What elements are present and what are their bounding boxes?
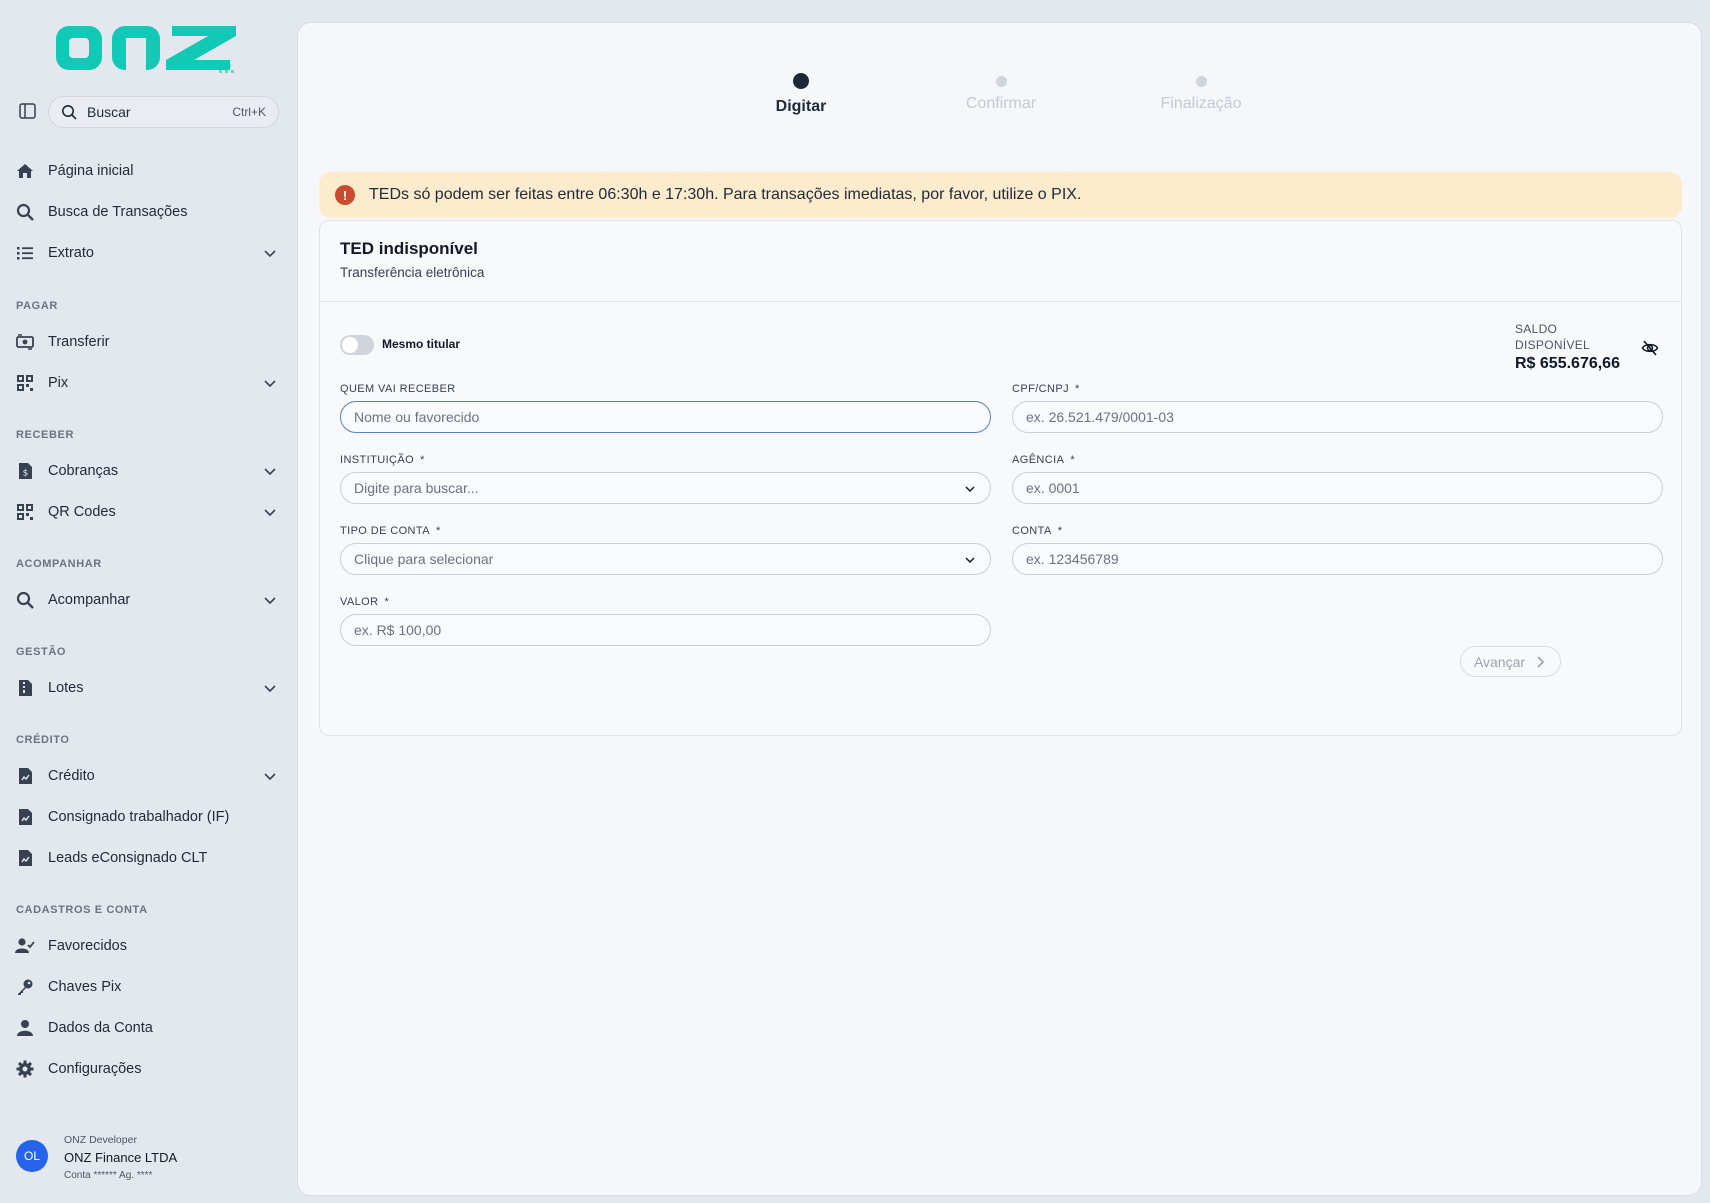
sidebar-item-configuracoes[interactable]: Configurações [14, 1053, 284, 1085]
user-profile[interactable]: OL ONZ Developer ONZ Finance LTDA Conta … [16, 1134, 276, 1190]
gear-icon [14, 1058, 36, 1080]
balance-value: R$ 655.676,66 [1515, 355, 1620, 372]
search-icon [14, 201, 36, 223]
file-chart-icon [14, 765, 36, 787]
sidebar-item-favorecidos[interactable]: Favorecidos [14, 930, 284, 962]
account-input[interactable]: ex. 123456789 [1012, 543, 1663, 575]
step-dot-active [793, 73, 809, 89]
search-input[interactable]: Buscar Ctrl+K [48, 96, 279, 128]
sidebar-item-home[interactable]: Página inicial [14, 155, 284, 187]
toggle-knob [342, 337, 358, 353]
alert-message: TEDs só podem ser feitas entre 06:30h e … [369, 186, 1082, 203]
search-icon [62, 105, 77, 120]
account-type-label: TIPO DE CONTA * [340, 525, 441, 537]
sidebar-item-extrato[interactable]: Extrato [14, 237, 284, 269]
step-confirmar: Confirmar [921, 76, 1081, 113]
document-input[interactable]: ex. 26.521.479/0001-03 [1012, 401, 1663, 433]
sidebar-item-consignado[interactable]: Consignado trabalhador (IF) [14, 801, 284, 833]
sidebar: Buscar Ctrl+K Página inicial Busca de Tr… [0, 0, 297, 1203]
search-shortcut: Ctrl+K [232, 105, 266, 119]
sidebar-item-qr-codes[interactable]: QR Codes [14, 496, 284, 528]
file-chart-icon [14, 847, 36, 869]
step-dot [1195, 76, 1207, 87]
ted-hours-alert: ! TEDs só podem ser feitas entre 06:30h … [319, 172, 1682, 218]
user-account: Conta ****** Ag. **** [64, 1170, 153, 1181]
sidebar-item-credito[interactable]: Crédito [14, 760, 284, 792]
agency-label: AGÊNCIA * [1012, 454, 1075, 466]
account-type-select[interactable]: Clique para selecionar [340, 543, 991, 575]
section-title-acompanhar: ACOMPANHAR [16, 558, 102, 570]
step-dot [995, 76, 1007, 87]
sidebar-item-chaves-pix[interactable]: Chaves Pix [14, 971, 284, 1003]
sidebar-item-lotes[interactable]: Lotes [14, 672, 284, 704]
qr-icon [14, 501, 36, 523]
user-icon [14, 1017, 36, 1039]
search-icon [14, 589, 36, 611]
qr-icon [14, 372, 36, 394]
sidebar-collapse-icon[interactable] [18, 102, 38, 120]
eye-off-icon[interactable] [1641, 339, 1659, 357]
recipient-input[interactable]: Nome ou favorecido [340, 401, 991, 433]
sidebar-item-leads[interactable]: Leads eConsignado CLT [14, 842, 284, 874]
chevron-down-icon [264, 250, 276, 258]
svg-text:$: $ [23, 469, 29, 479]
section-title-gestao: GESTÃO [16, 646, 67, 658]
card-title: TED indisponível [340, 239, 478, 258]
section-title-receber: RECEBER [16, 429, 74, 441]
file-zip-icon [14, 677, 36, 699]
home-icon [14, 160, 36, 182]
onz-logo[interactable] [56, 20, 236, 76]
chevron-down-icon [264, 509, 276, 517]
chevron-right-icon [1537, 655, 1545, 668]
avatar: OL [16, 1140, 48, 1172]
account-label: CONTA * [1012, 525, 1063, 537]
institution-label: INSTITUIÇÃO * [340, 454, 425, 466]
balance-label: SALDO DISPONÍVEL [1515, 322, 1591, 352]
same-holder-label: Mesmo titular [382, 337, 461, 351]
chevron-down-icon [264, 773, 276, 781]
next-button[interactable]: Avançar [1460, 646, 1561, 677]
recipient-label: QUEM VAI RECEBER [340, 383, 456, 395]
chevron-down-icon [264, 685, 276, 693]
list-icon [14, 242, 36, 264]
user-check-icon [14, 935, 36, 957]
sidebar-item-acompanhar[interactable]: Acompanhar [14, 584, 284, 616]
sidebar-item-cobrancas[interactable]: $ Cobranças [14, 455, 284, 487]
file-chart-icon [14, 806, 36, 828]
sidebar-item-pix[interactable]: Pix [14, 367, 284, 399]
section-title-pagar: PAGAR [16, 300, 58, 312]
chevron-down-icon [264, 468, 276, 476]
section-title-cadastros: CADASTROS E CONTA [16, 904, 148, 916]
sidebar-item-transferir[interactable]: Transferir [14, 326, 284, 358]
same-holder-toggle[interactable] [340, 335, 374, 355]
card-subtitle: Transferência eletrônica [340, 265, 485, 280]
amount-label: VALOR * [340, 596, 390, 608]
step-finalizacao: Finalização [1121, 76, 1281, 113]
invoice-icon: $ [14, 460, 36, 482]
stepper: Digitar Confirmar Finalização [298, 23, 1701, 133]
main-panel: Digitar Confirmar Finalização ! TEDs só … [297, 22, 1702, 1196]
ted-form-card: TED indisponível Transferência eletrônic… [319, 220, 1682, 736]
sidebar-item-transaction-search[interactable]: Busca de Transações [14, 196, 284, 228]
balance-block: SALDO DISPONÍVEL R$ 655.676,66 [1515, 321, 1675, 373]
sidebar-item-dados-conta[interactable]: Dados da Conta [14, 1012, 284, 1044]
document-label: CPF/CNPJ * [1012, 383, 1080, 395]
search-placeholder: Buscar [87, 104, 131, 120]
user-company: ONZ Finance LTDA [64, 1150, 178, 1165]
chevron-down-icon [965, 486, 975, 493]
user-role: ONZ Developer [64, 1134, 137, 1146]
chevron-down-icon [264, 380, 276, 388]
chevron-down-icon [264, 597, 276, 605]
card-header: TED indisponível Transferência eletrônic… [320, 221, 1681, 302]
amount-input[interactable]: ex. R$ 100,00 [340, 614, 991, 646]
warning-icon: ! [335, 185, 355, 205]
key-icon [14, 976, 36, 998]
institution-select[interactable]: Digite para buscar... [340, 472, 991, 504]
step-digitar: Digitar [721, 73, 881, 116]
money-transfer-icon [14, 331, 36, 353]
section-title-credito: CRÉDITO [16, 734, 70, 746]
agency-input[interactable]: ex. 0001 [1012, 472, 1663, 504]
chevron-down-icon [965, 557, 975, 564]
